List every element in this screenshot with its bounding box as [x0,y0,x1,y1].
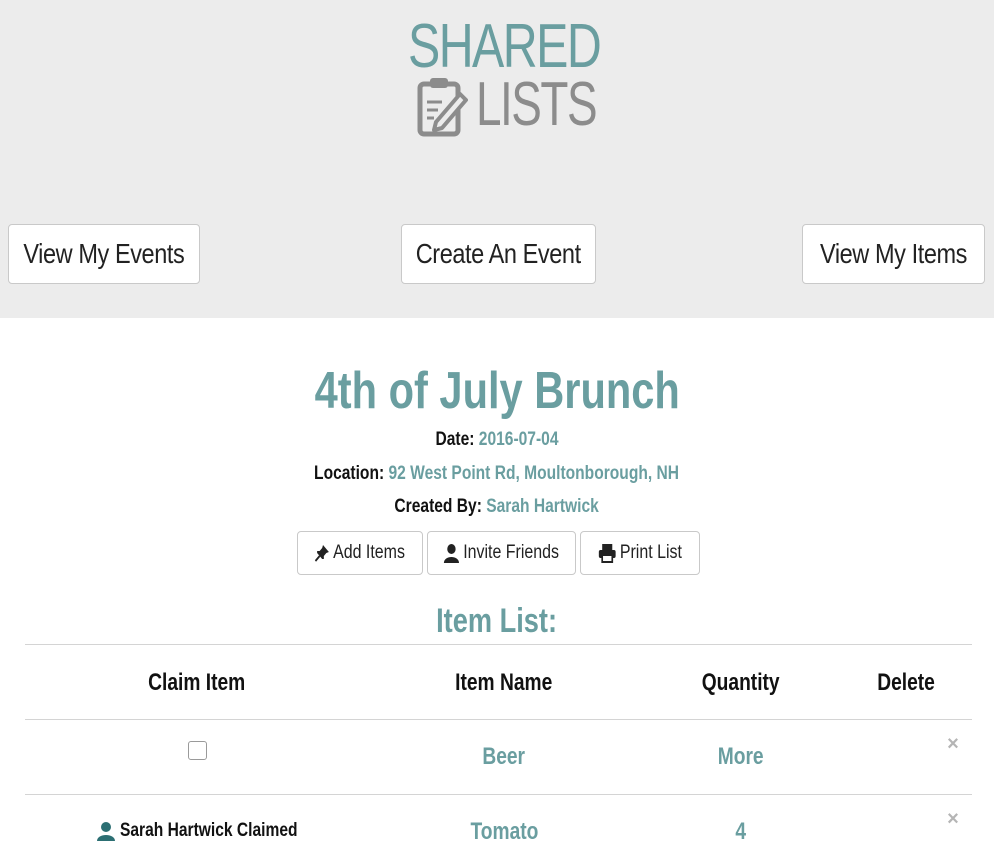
column-header-delete: Delete [877,669,935,696]
column-header-claim-item: Claim Item [148,669,246,696]
event-created-by: Created By: Sarah Hartwick [0,495,994,519]
invite-friends-label: Invite Friends [463,542,560,563]
view-my-items-button[interactable]: View My Items [802,224,985,284]
add-items-label: Add Items [333,542,406,563]
item-name: Tomato [470,818,538,845]
logo-text-lists: LISTS [476,70,598,139]
print-list-button[interactable]: Print List [580,531,700,575]
logo[interactable]: SHARED LISTS [406,12,602,140]
event-location: Location: 92 West Point Rd, Moultonborou… [0,462,994,486]
close-icon[interactable]: × [945,734,961,754]
divider [25,644,972,645]
item-quantity: 4 [735,818,747,845]
column-header-item-name: Item Name [455,669,553,696]
claimed-by: Sarah Hartwick Claimed [96,818,336,844]
item-name: Beer [482,743,526,770]
printer-icon [598,544,616,563]
view-my-items-label: View My Items [819,238,968,269]
location-value[interactable]: 92 West Point Rd, Moultonborough, NH [389,463,680,484]
date-label: Date: [435,429,475,450]
header: SHARED LISTS View My Events Create An Ev… [0,0,994,318]
location-label: Location: [314,463,385,484]
create-event-label: Create An Event [416,238,581,269]
pushpin-icon [315,545,330,562]
column-header-quantity: Quantity [702,669,780,696]
date-value: 2016-07-04 [478,429,559,450]
add-items-button[interactable]: Add Items [297,531,423,575]
item-quantity: More [718,743,764,770]
logo-text-shared: SHARED [408,12,602,81]
view-my-events-button[interactable]: View My Events [8,224,200,284]
item-list-title: Item List: [436,602,558,640]
user-icon [444,544,460,563]
event-date: Date: 2016-07-04 [0,428,994,452]
claim-checkbox[interactable] [188,741,207,760]
view-my-events-label: View My Events [23,238,185,269]
print-list-label: Print List [619,542,682,563]
divider [25,794,972,795]
close-icon[interactable]: × [945,809,961,829]
create-event-button[interactable]: Create An Event [401,224,596,284]
invite-friends-button[interactable]: Invite Friends [427,531,576,575]
event-title: 4th of July Brunch [314,362,680,420]
clipboard-pencil-icon [417,78,468,137]
divider [25,719,972,720]
created-by-label: Created By: [394,496,483,517]
claimed-by-text: Sarah Hartwick Claimed [120,820,298,841]
user-icon [97,822,115,841]
created-by-value: Sarah Hartwick [486,496,600,517]
